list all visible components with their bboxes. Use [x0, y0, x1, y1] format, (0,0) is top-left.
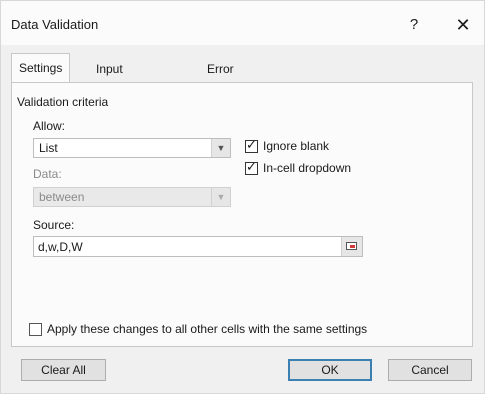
close-icon: ✕ — [455, 15, 471, 35]
title-bar: Data Validation ? ✕ — [1, 1, 484, 45]
check-icon: ✓ — [246, 137, 257, 152]
dialog-title: Data Validation — [11, 17, 99, 32]
data-selected-value: between — [39, 190, 85, 204]
chevron-down-icon: ▼ — [211, 188, 230, 206]
allow-select[interactable]: List ▼ — [33, 138, 231, 158]
range-select-icon — [346, 242, 357, 250]
source-label: Source: — [33, 218, 75, 232]
range-select-button[interactable] — [341, 237, 362, 256]
apply-all-checkbox[interactable] — [29, 323, 42, 336]
cancel-button[interactable]: Cancel — [388, 359, 472, 381]
data-label: Data: — [33, 167, 62, 181]
tab-error-alert[interactable]: Error Alert — [200, 57, 241, 100]
close-button[interactable]: ✕ — [449, 11, 477, 39]
incell-dropdown-checkbox[interactable]: ✓ — [245, 159, 258, 175]
clear-all-button[interactable]: Clear All — [21, 359, 106, 381]
allow-selected-value: List — [39, 141, 58, 155]
tab-settings[interactable]: Settings — [11, 53, 71, 84]
apply-all-label[interactable]: Apply these changes to all other cells w… — [47, 322, 367, 336]
source-value: d,w,D,W — [38, 240, 83, 254]
validation-criteria-heading: Validation criteria — [17, 95, 109, 109]
data-validation-dialog: Data Validation ? ✕ Settings Input Messa… — [0, 0, 485, 394]
check-icon: ✓ — [246, 159, 257, 174]
source-input[interactable]: d,w,D,W — [33, 236, 363, 257]
ok-button[interactable]: OK — [288, 359, 372, 381]
help-button[interactable]: ? — [399, 13, 429, 37]
ignore-blank-label[interactable]: Ignore blank — [263, 139, 329, 153]
incell-dropdown-label[interactable]: In-cell dropdown — [263, 161, 351, 175]
tab-input-message[interactable]: Input Message — [89, 57, 152, 100]
allow-label: Allow: — [33, 119, 66, 133]
chevron-down-icon: ▼ — [211, 139, 230, 157]
data-select[interactable]: between ▼ — [33, 187, 231, 207]
ignore-blank-checkbox[interactable]: ✓ — [245, 137, 258, 153]
settings-panel — [11, 82, 473, 347]
